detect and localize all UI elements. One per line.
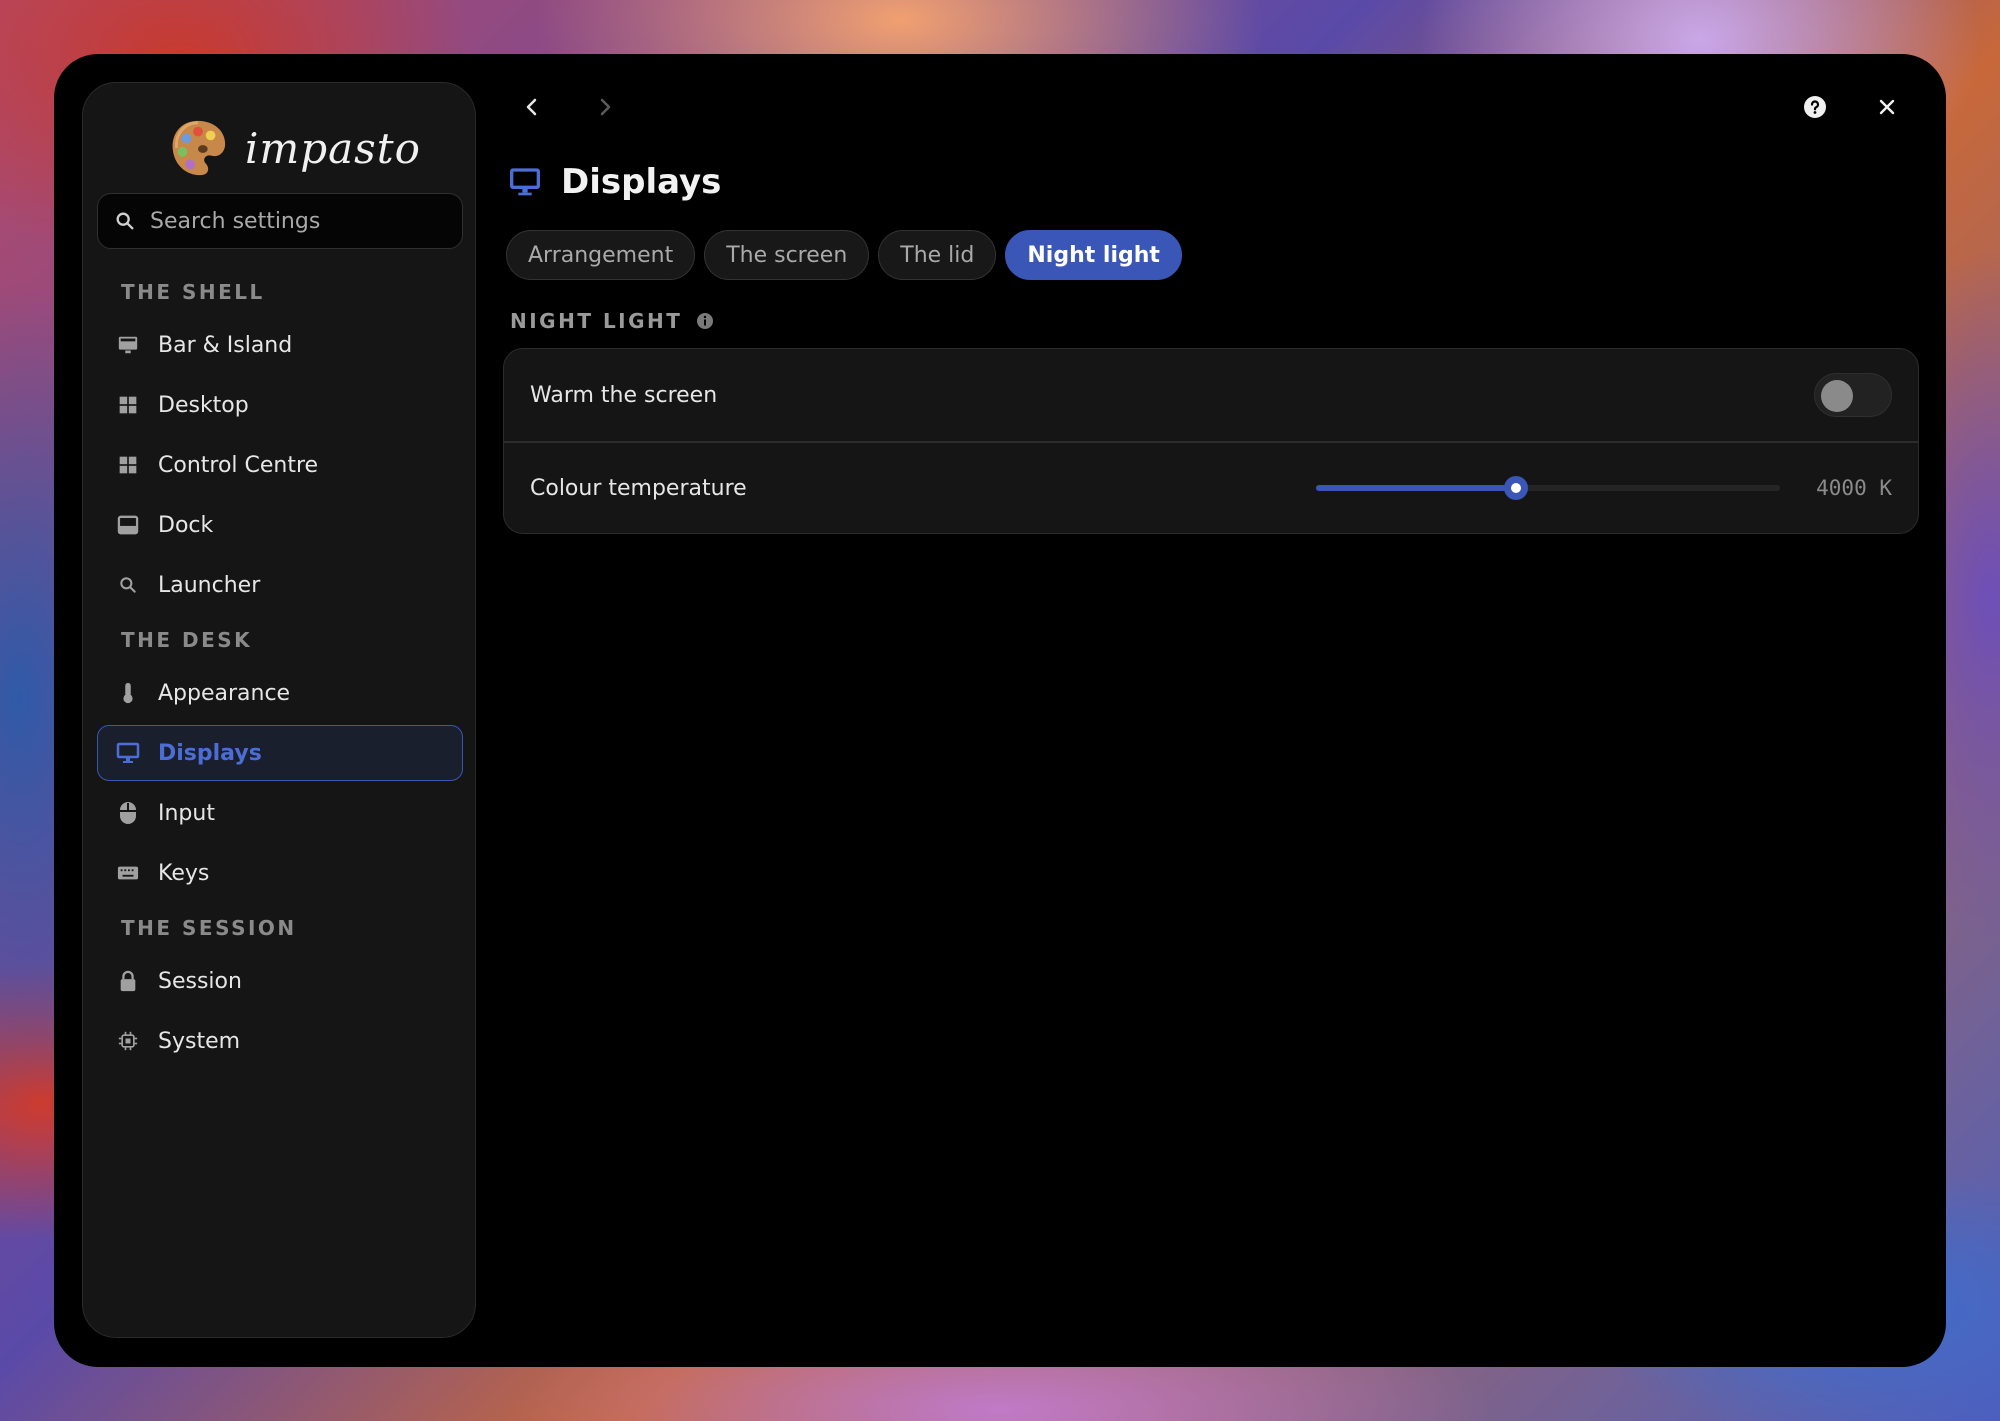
sidebar-item-keys[interactable]: Keys (97, 845, 463, 901)
group-title: NIGHT LIGHT (510, 309, 683, 333)
info-icon[interactable] (696, 312, 714, 330)
search-input[interactable] (148, 207, 452, 235)
sidebar-item-dock[interactable]: Dock (97, 497, 463, 553)
search-box[interactable] (97, 193, 463, 249)
keyboard-icon (116, 861, 140, 885)
colour-temperature-slider[interactable] (1316, 476, 1780, 500)
monitor-icon (510, 168, 540, 196)
colour-temperature-value: 4000 K (1816, 476, 1892, 500)
page-title: Displays (561, 162, 722, 202)
sidebar: impasto THE SHELL Bar & Island Desktop (82, 82, 476, 1338)
sidebar-item-displays[interactable]: Displays (97, 725, 463, 781)
sidebar-item-session[interactable]: Session (97, 953, 463, 1009)
tab-arrangement[interactable]: Arrangement (506, 230, 696, 280)
app-name: impasto (245, 123, 421, 173)
slider-fill (1316, 485, 1516, 491)
toggle-knob (1821, 380, 1853, 412)
section-label-session: THE SESSION (121, 916, 297, 940)
grid-icon (116, 453, 140, 477)
help-button[interactable] (1795, 87, 1835, 127)
tab-bar: Arrangement The screen The lid Night lig… (506, 230, 1182, 280)
sidebar-item-label: Launcher (158, 572, 261, 598)
chip-icon (116, 1029, 140, 1053)
back-button[interactable] (512, 87, 552, 127)
sidebar-item-desktop[interactable]: Desktop (97, 377, 463, 433)
colour-temperature-label: Colour temperature (530, 475, 747, 501)
sidebar-item-label: System (158, 1028, 241, 1054)
sidebar-item-label: Desktop (158, 392, 249, 418)
dock-icon (116, 513, 140, 537)
sidebar-item-control-centre[interactable]: Control Centre (97, 437, 463, 493)
sidebar-item-bar-island[interactable]: Bar & Island (97, 317, 463, 373)
section-label-desk: THE DESK (121, 628, 253, 652)
lock-icon (116, 969, 140, 993)
search-icon (116, 573, 140, 597)
warm-screen-row: Warm the screen (504, 349, 1918, 441)
sidebar-item-label: Displays (158, 740, 262, 766)
settings-window: impasto THE SHELL Bar & Island Desktop (54, 54, 1946, 1367)
sidebar-item-label: Session (158, 968, 242, 994)
sidebar-item-label: Bar & Island (158, 332, 293, 358)
sidebar-item-appearance[interactable]: Appearance (97, 665, 463, 721)
sidebar-item-launcher[interactable]: Launcher (97, 557, 463, 613)
close-button[interactable] (1867, 87, 1907, 127)
help-icon (1804, 96, 1826, 118)
search-icon (116, 212, 134, 230)
tab-the-screen[interactable]: The screen (704, 230, 870, 280)
page-header: Displays (509, 162, 721, 202)
tab-night-light[interactable]: Night light (1005, 230, 1182, 280)
sidebar-item-system[interactable]: System (97, 1013, 463, 1069)
monitor-icon (116, 741, 140, 765)
sidebar-item-label: Input (158, 800, 215, 826)
slider-thumb[interactable] (1503, 476, 1528, 500)
warm-screen-label: Warm the screen (530, 382, 718, 408)
chevron-right-icon (600, 98, 611, 116)
sidebar-item-input[interactable]: Input (97, 785, 463, 841)
sidebar-item-label: Keys (158, 860, 210, 886)
forward-button[interactable] (585, 87, 625, 127)
night-light-card: Warm the screen Colour temperature 4000 … (503, 348, 1919, 534)
warm-screen-toggle[interactable] (1814, 373, 1892, 417)
section-label-shell: THE SHELL (121, 280, 265, 304)
grid-icon (116, 393, 140, 417)
palette-logo-icon (172, 120, 226, 176)
tab-the-lid[interactable]: The lid (878, 230, 997, 280)
brand: impasto (167, 113, 421, 183)
thermometer-icon (116, 681, 140, 705)
close-icon (1879, 99, 1895, 115)
sidebar-item-label: Dock (158, 512, 214, 538)
sidebar-item-label: Appearance (158, 680, 291, 706)
sidebar-item-label: Control Centre (158, 452, 319, 478)
monitor-bar-icon (116, 333, 140, 357)
mouse-icon (116, 801, 140, 825)
group-label: NIGHT LIGHT (510, 309, 714, 333)
chevron-left-icon (526, 98, 537, 116)
colour-temperature-row: Colour temperature 4000 K (504, 442, 1918, 533)
